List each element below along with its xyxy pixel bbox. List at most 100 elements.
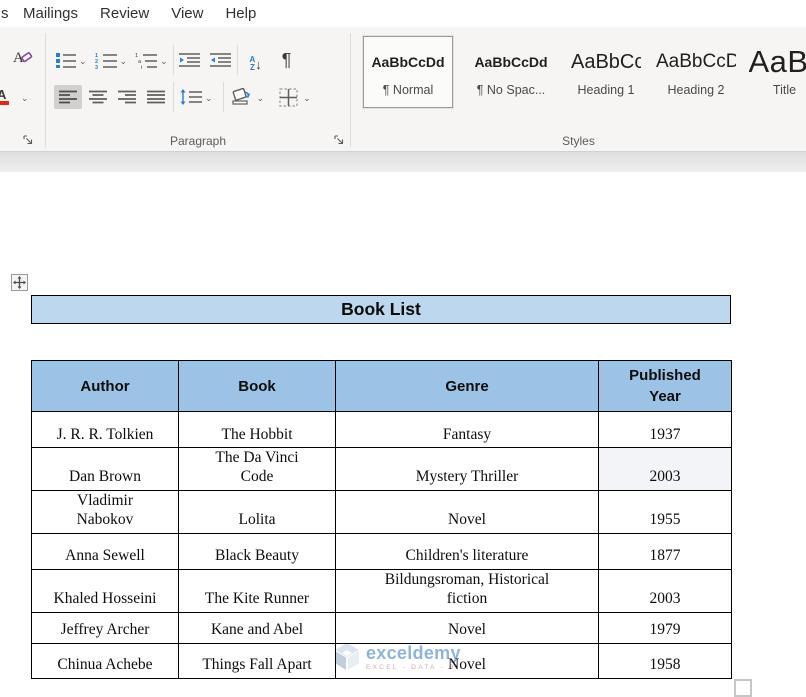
cell-year[interactable]: 1958 (598, 642, 732, 679)
svg-text:3: 3 (95, 65, 98, 69)
align-right-icon[interactable] (114, 85, 140, 109)
cell-genre[interactable]: Novel (335, 489, 599, 534)
cell-year[interactable]: 1979 (598, 611, 732, 644)
header-published-year[interactable]: Published Year (598, 360, 732, 412)
cell-year[interactable]: 2003 (598, 447, 732, 491)
cell-author[interactable]: J. R. R. Tolkien (31, 411, 179, 448)
cell-book[interactable]: Black Beauty (178, 532, 336, 570)
tab-help[interactable]: Help (214, 5, 267, 22)
header-book[interactable]: Book (178, 360, 336, 412)
cell-book[interactable]: Lolita (178, 489, 336, 534)
cell-book[interactable]: The Kite Runner (178, 568, 336, 613)
cell-author[interactable]: Anna Sewell (31, 532, 179, 570)
bullet-list-icon[interactable] (54, 48, 78, 72)
table-row: Vladimir Nabokov Lolita Novel 1955 (31, 489, 732, 534)
style-label: Heading 1 (577, 83, 635, 97)
styles-gallery: AaBbCcDd ¶ Normal AaBbCcDd ¶ No Spac... … (363, 36, 806, 108)
cell-author[interactable]: Khaled Hosseini (31, 568, 179, 613)
multilevel-list-icon[interactable]: 1 a i (133, 48, 159, 72)
style-no-spacing[interactable]: AaBbCcDd ¶ No Spac... (461, 36, 561, 108)
table-row: Jeffrey Archer Kane and Abel Novel 1979 (31, 611, 732, 644)
line-spacing-icon[interactable] (178, 85, 204, 109)
style-heading-2[interactable]: AaBbCcDd Heading 2 (651, 36, 741, 108)
cell-book[interactable]: The Hobbit (178, 411, 336, 448)
tab-review[interactable]: Review (89, 5, 160, 22)
clear-formatting-button[interactable]: A (7, 45, 37, 69)
shading-chevron[interactable]: ⌄ (257, 93, 265, 104)
separator (222, 82, 224, 112)
cell-book[interactable]: Kane and Abel (178, 611, 336, 644)
cell-year[interactable]: 1937 (598, 411, 732, 448)
cell-author[interactable]: Jeffrey Archer (31, 611, 179, 644)
ribbon-tab-bar: s Mailings Review View Help (0, 0, 806, 27)
style-label: ¶ No Spac... (476, 83, 546, 97)
style-heading-1[interactable]: AaBbCcDd Heading 1 (565, 36, 647, 108)
move-cross-icon (13, 276, 26, 289)
cell-year[interactable]: 2003 (598, 568, 732, 613)
cell-author[interactable]: Vladimir Nabokov (31, 489, 179, 534)
font-color-button[interactable]: A (0, 85, 18, 109)
style-normal[interactable]: AaBbCcDd ¶ Normal (363, 36, 453, 108)
borders-icon[interactable] (274, 85, 302, 109)
tab-view[interactable]: View (160, 5, 214, 22)
table-title-bar[interactable]: Book List (31, 295, 731, 324)
cell-author[interactable]: Chinua Achebe (31, 642, 179, 679)
table-row: Chinua Achebe Things Fall Apart Novel 19… (31, 642, 732, 679)
tab-mailings[interactable]: Mailings (12, 5, 89, 22)
table-move-handle[interactable] (11, 274, 28, 291)
document-page[interactable]: Book List Author Book Genre Published Ye… (0, 172, 806, 697)
line-spacing-chevron[interactable]: ⌄ (205, 93, 213, 104)
styles-group: AaBbCcDd ¶ Normal AaBbCcDd ¶ No Spac... … (351, 27, 806, 151)
font-dialog-launcher-icon[interactable] (22, 134, 35, 147)
cell-book[interactable]: The Da Vinci Code (178, 447, 336, 491)
style-label: ¶ Normal (382, 83, 434, 97)
numbered-list-chevron[interactable]: ⌄ (120, 56, 128, 67)
style-preview: AaB (748, 46, 806, 78)
table-row: Dan Brown The Da Vinci Code Mystery Thri… (31, 447, 732, 491)
increase-indent-icon[interactable] (209, 48, 233, 72)
justify-icon[interactable] (143, 85, 169, 109)
cell-genre[interactable]: Mystery Thriller (335, 447, 599, 491)
bullet-list-chevron[interactable]: ⌄ (79, 56, 87, 67)
table-resize-handle[interactable] (734, 679, 752, 697)
sort-icon[interactable]: AZ ↓ (242, 48, 270, 72)
align-center-icon[interactable] (85, 85, 111, 109)
table-title: Book List (341, 299, 421, 319)
borders-chevron[interactable]: ⌄ (303, 93, 311, 104)
ribbon: A A ⌄ ⌄ 1 2 3 ⌄ 1 a i ⌄ A Z ↓ ¶ ⌄ ⌄ ⌄ Pa… (0, 27, 806, 151)
style-label: Title (772, 83, 797, 97)
style-preview: AaBbCcDd (474, 54, 548, 70)
table-row: Anna Sewell Black Beauty Children's lite… (31, 532, 732, 570)
paragraph-group: ⌄ 1 2 3 ⌄ 1 a i ⌄ A Z ↓ ¶ ⌄ ⌄ ⌄ Paragrap… (46, 27, 350, 151)
align-left-icon[interactable] (54, 85, 82, 109)
paragraph-dialog-launcher-icon[interactable] (333, 134, 346, 147)
table-row: J. R. R. Tolkien The Hobbit Fantasy 1937 (31, 411, 732, 448)
cell-author[interactable]: Dan Brown (31, 447, 179, 491)
separator (173, 82, 174, 112)
style-preview: AaBbCcDd (656, 51, 736, 72)
show-paragraph-marks-icon[interactable]: ¶ (276, 48, 298, 72)
cell-genre[interactable]: Novel (335, 642, 599, 679)
font-color-dropdown-chevron[interactable]: ⌄ (21, 93, 29, 104)
table-header-row: Author Book Genre Published Year (31, 360, 732, 412)
cell-year[interactable]: 1877 (598, 532, 732, 570)
style-preview: AaBbCcDd (571, 50, 641, 73)
cell-year[interactable]: 1955 (598, 489, 732, 534)
multilevel-list-chevron[interactable]: ⌄ (160, 56, 168, 67)
header-author[interactable]: Author (31, 360, 179, 412)
style-label: Heading 2 (667, 83, 725, 97)
shading-icon[interactable] (228, 85, 256, 109)
style-preview: AaBbCcDd (371, 54, 445, 70)
cell-genre[interactable]: Children's literature (335, 532, 599, 570)
cell-genre[interactable]: Fantasy (335, 411, 599, 448)
cell-book[interactable]: Things Fall Apart (178, 642, 336, 679)
header-genre[interactable]: Genre (335, 360, 599, 412)
separator (172, 45, 174, 75)
styles-group-label: Styles (562, 134, 595, 148)
style-title[interactable]: AaB Title (747, 36, 806, 108)
numbered-list-icon[interactable]: 1 2 3 (93, 48, 119, 72)
cell-genre[interactable]: Bildungsroman, Historical fiction (335, 568, 599, 613)
decrease-indent-icon[interactable] (178, 48, 202, 72)
tab-references-partial[interactable]: s (0, 5, 12, 22)
cell-genre[interactable]: Novel (335, 611, 599, 644)
